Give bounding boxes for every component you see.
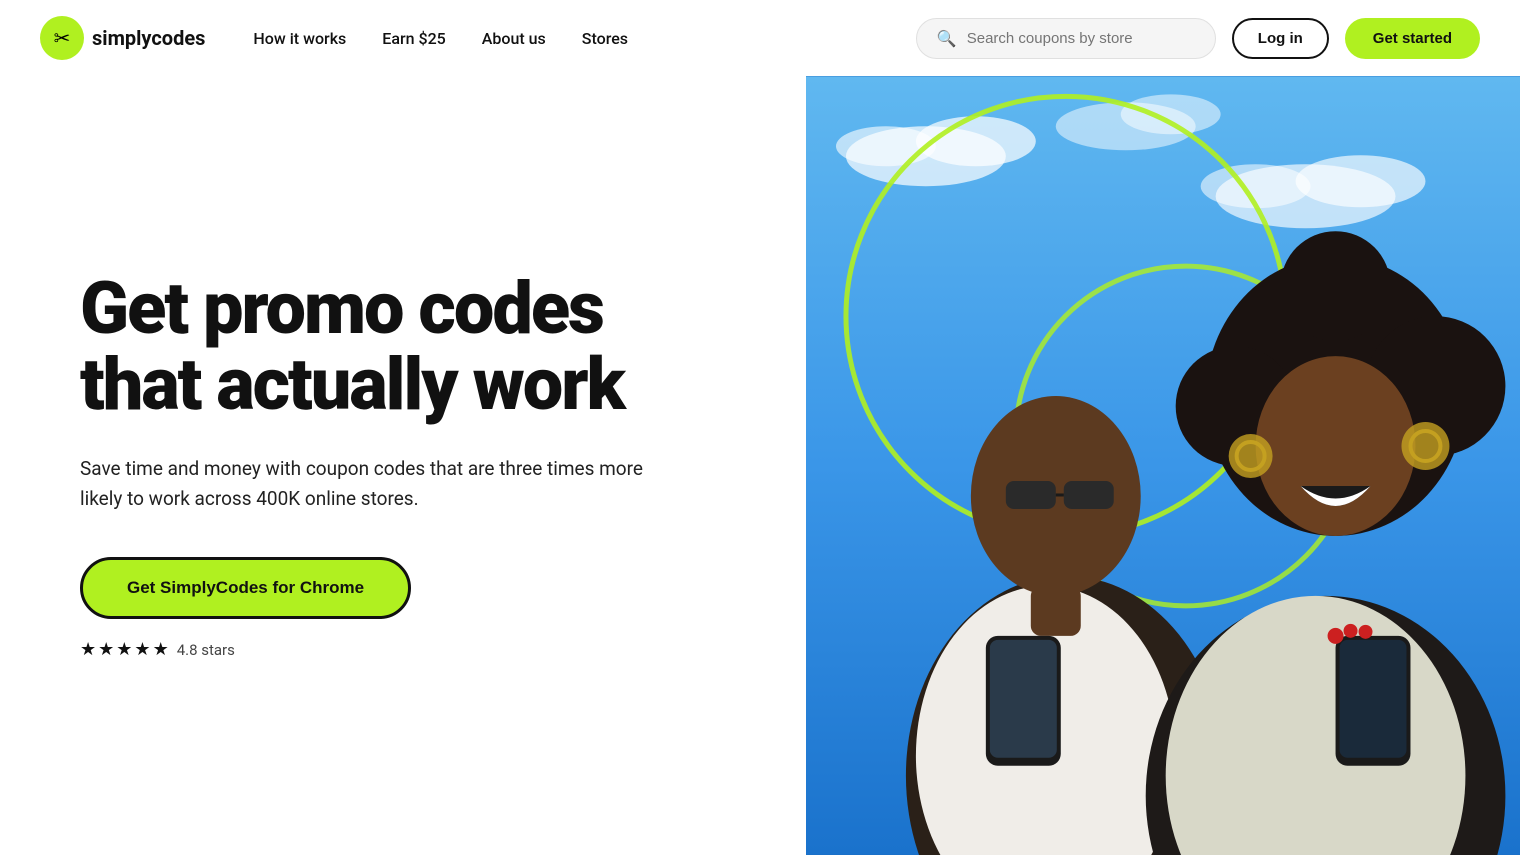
get-started-button[interactable]: Get started [1345, 18, 1480, 59]
navbar: ✂ simplycodes How it works Earn $25 Abou… [0, 0, 1520, 76]
search-icon: 🔍 [937, 29, 957, 48]
nav-link-about[interactable]: About us [482, 29, 546, 48]
rating-row: ★ ★ ★ ★ ★ 4.8 stars [80, 639, 726, 660]
star-5: ★ [153, 639, 169, 660]
logo[interactable]: ✂ simplycodes [40, 16, 205, 60]
hero-title-line2: that actually work [80, 342, 624, 427]
nav-link-earn[interactable]: Earn $25 [382, 29, 445, 48]
star-rating: ★ ★ ★ ★ ★ [80, 639, 169, 660]
navbar-right: 🔍 Log in Get started [916, 18, 1480, 59]
nav-link-stores[interactable]: Stores [582, 29, 628, 48]
hero-title: Get promo codes that actually work [80, 271, 726, 422]
nav-link-how-it-works[interactable]: How it works [253, 29, 346, 48]
login-button[interactable]: Log in [1232, 18, 1329, 59]
star-1: ★ [80, 639, 96, 660]
navbar-left: ✂ simplycodes How it works Earn $25 Abou… [40, 16, 628, 60]
search-input[interactable] [967, 30, 1195, 47]
star-2: ★ [98, 639, 114, 660]
star-3: ★ [116, 639, 132, 660]
star-4: ★ [134, 639, 150, 660]
hero-subtitle: Save time and money with coupon codes th… [80, 454, 660, 513]
rating-value: 4.8 stars [177, 641, 235, 659]
search-bar[interactable]: 🔍 [916, 18, 1216, 59]
left-panel: Get promo codes that actually work Save … [0, 76, 806, 855]
hero-illustration [806, 76, 1520, 855]
nav-links: How it works Earn $25 About us Stores [253, 29, 628, 48]
scissors-icon: ✂ [54, 26, 71, 50]
logo-icon: ✂ [40, 16, 84, 60]
main-content: Get promo codes that actually work Save … [0, 76, 1520, 855]
hero-title-line1: Get promo codes [80, 266, 603, 351]
right-panel [806, 76, 1520, 855]
chrome-extension-button[interactable]: Get SimplyCodes for Chrome [80, 557, 411, 619]
logo-text: simplycodes [92, 26, 205, 50]
